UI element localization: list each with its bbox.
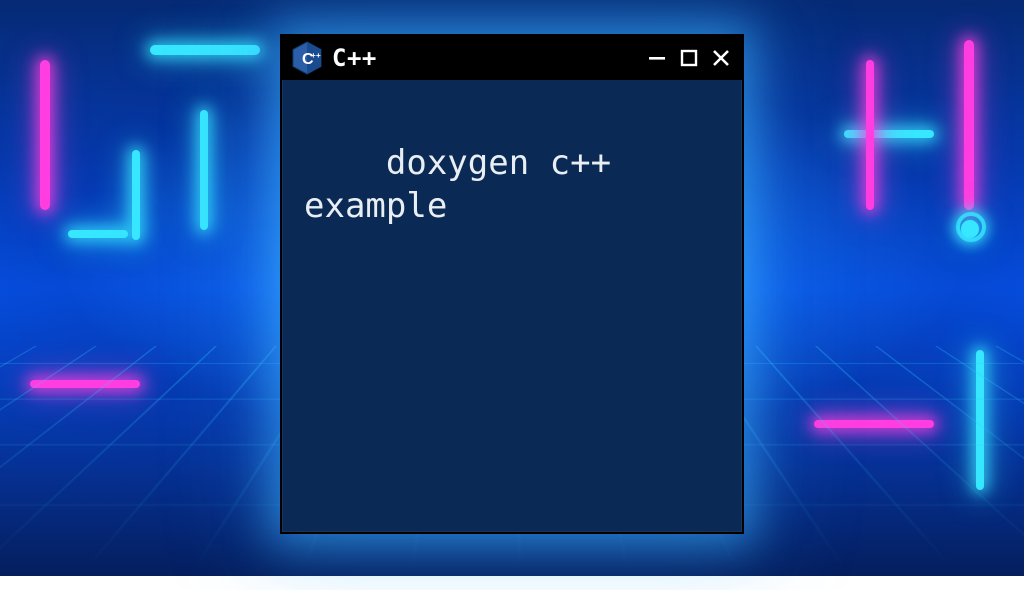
maximize-icon — [679, 48, 699, 68]
minimize-button[interactable] — [646, 47, 668, 69]
bg-bar — [132, 150, 140, 240]
bg-bar — [40, 60, 50, 210]
close-icon — [711, 48, 731, 68]
svg-text:+: + — [316, 51, 321, 60]
maximize-button[interactable] — [678, 47, 700, 69]
minimize-icon — [647, 48, 667, 68]
close-button[interactable] — [710, 47, 732, 69]
bg-bar — [200, 110, 208, 230]
terminal-body[interactable]: doxygen c++ example — [282, 80, 742, 532]
bg-bar — [150, 45, 260, 55]
bg-ring — [956, 212, 986, 242]
terminal-window: C + + C++ — [280, 34, 744, 534]
cpp-logo-icon: C + + — [292, 41, 322, 75]
window-title: C++ — [332, 44, 377, 72]
title-left: C + + C++ — [292, 41, 377, 75]
bg-bar — [68, 230, 128, 238]
bg-bar — [844, 130, 934, 138]
window-controls — [646, 47, 732, 69]
terminal-text: doxygen c++ example — [304, 143, 632, 227]
titlebar[interactable]: C + + C++ — [282, 36, 742, 80]
bg-bar — [866, 60, 874, 210]
bg-bar — [964, 40, 974, 210]
